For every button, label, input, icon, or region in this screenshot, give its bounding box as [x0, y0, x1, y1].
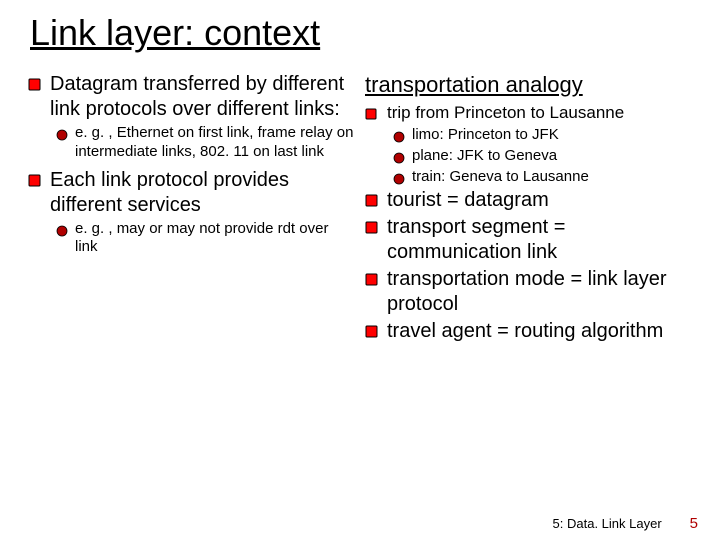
circle-bullet-icon: [56, 224, 69, 237]
sub-list-item: plane: JFK to Geneva: [393, 147, 692, 166]
sub-list-item: limo: Princeton to JFK: [393, 126, 692, 145]
footer: 5: Data. Link Layer 5: [553, 515, 698, 532]
sub-list-text: limo: Princeton to JFK: [412, 126, 559, 145]
circle-bullet-icon: [393, 151, 406, 164]
list-text: transport segment = communication link: [387, 215, 692, 265]
sub-list-text: train: Geneva to Lausanne: [412, 168, 589, 187]
square-bullet-icon: [365, 221, 381, 237]
circle-bullet-icon: [56, 128, 69, 141]
left-column: Datagram transferred by different link p…: [28, 72, 355, 346]
list-text: transportation mode = link layer protoco…: [387, 267, 692, 317]
list-item: Datagram transferred by different link p…: [28, 72, 355, 122]
list-text: trip from Princeton to Lausanne: [387, 102, 624, 123]
footer-page-number: 5: [690, 515, 698, 532]
slide: Link layer: context Datagram transferred…: [0, 0, 720, 346]
list-item: transportation mode = link layer protoco…: [365, 267, 692, 317]
list-item: transport segment = communication link: [365, 215, 692, 265]
sub-list-item: train: Geneva to Lausanne: [393, 168, 692, 187]
sub-list-text: e. g. , Ethernet on first link, frame re…: [75, 124, 355, 162]
columns: Datagram transferred by different link p…: [28, 72, 692, 346]
square-bullet-icon: [365, 325, 381, 341]
analogy-heading: transportation analogy: [365, 72, 692, 98]
right-column: transportation analogy trip from Princet…: [365, 72, 692, 346]
circle-bullet-icon: [393, 172, 406, 185]
square-bullet-icon: [365, 273, 381, 289]
sub-list-item: e. g. , Ethernet on first link, frame re…: [56, 124, 355, 162]
sub-list-item: e. g. , may or may not provide rdt over …: [56, 220, 355, 258]
square-bullet-icon: [28, 78, 44, 94]
list-item: Each link protocol provides different se…: [28, 168, 355, 218]
circle-bullet-icon: [393, 130, 406, 143]
list-text: Each link protocol provides different se…: [50, 168, 355, 218]
list-text: Datagram transferred by different link p…: [50, 72, 355, 122]
list-item: tourist = datagram: [365, 188, 692, 213]
square-bullet-icon: [365, 194, 381, 210]
footer-chapter: 5: Data. Link Layer: [553, 516, 662, 531]
list-item: trip from Princeton to Lausanne: [365, 102, 692, 124]
slide-title: Link layer: context: [30, 12, 692, 54]
sub-list-text: plane: JFK to Geneva: [412, 147, 557, 166]
list-text: travel agent = routing algorithm: [387, 319, 663, 344]
list-item: travel agent = routing algorithm: [365, 319, 692, 344]
square-bullet-icon: [28, 174, 44, 190]
list-text: tourist = datagram: [387, 188, 549, 213]
sub-list-text: e. g. , may or may not provide rdt over …: [75, 220, 355, 258]
square-bullet-icon: [365, 108, 381, 124]
